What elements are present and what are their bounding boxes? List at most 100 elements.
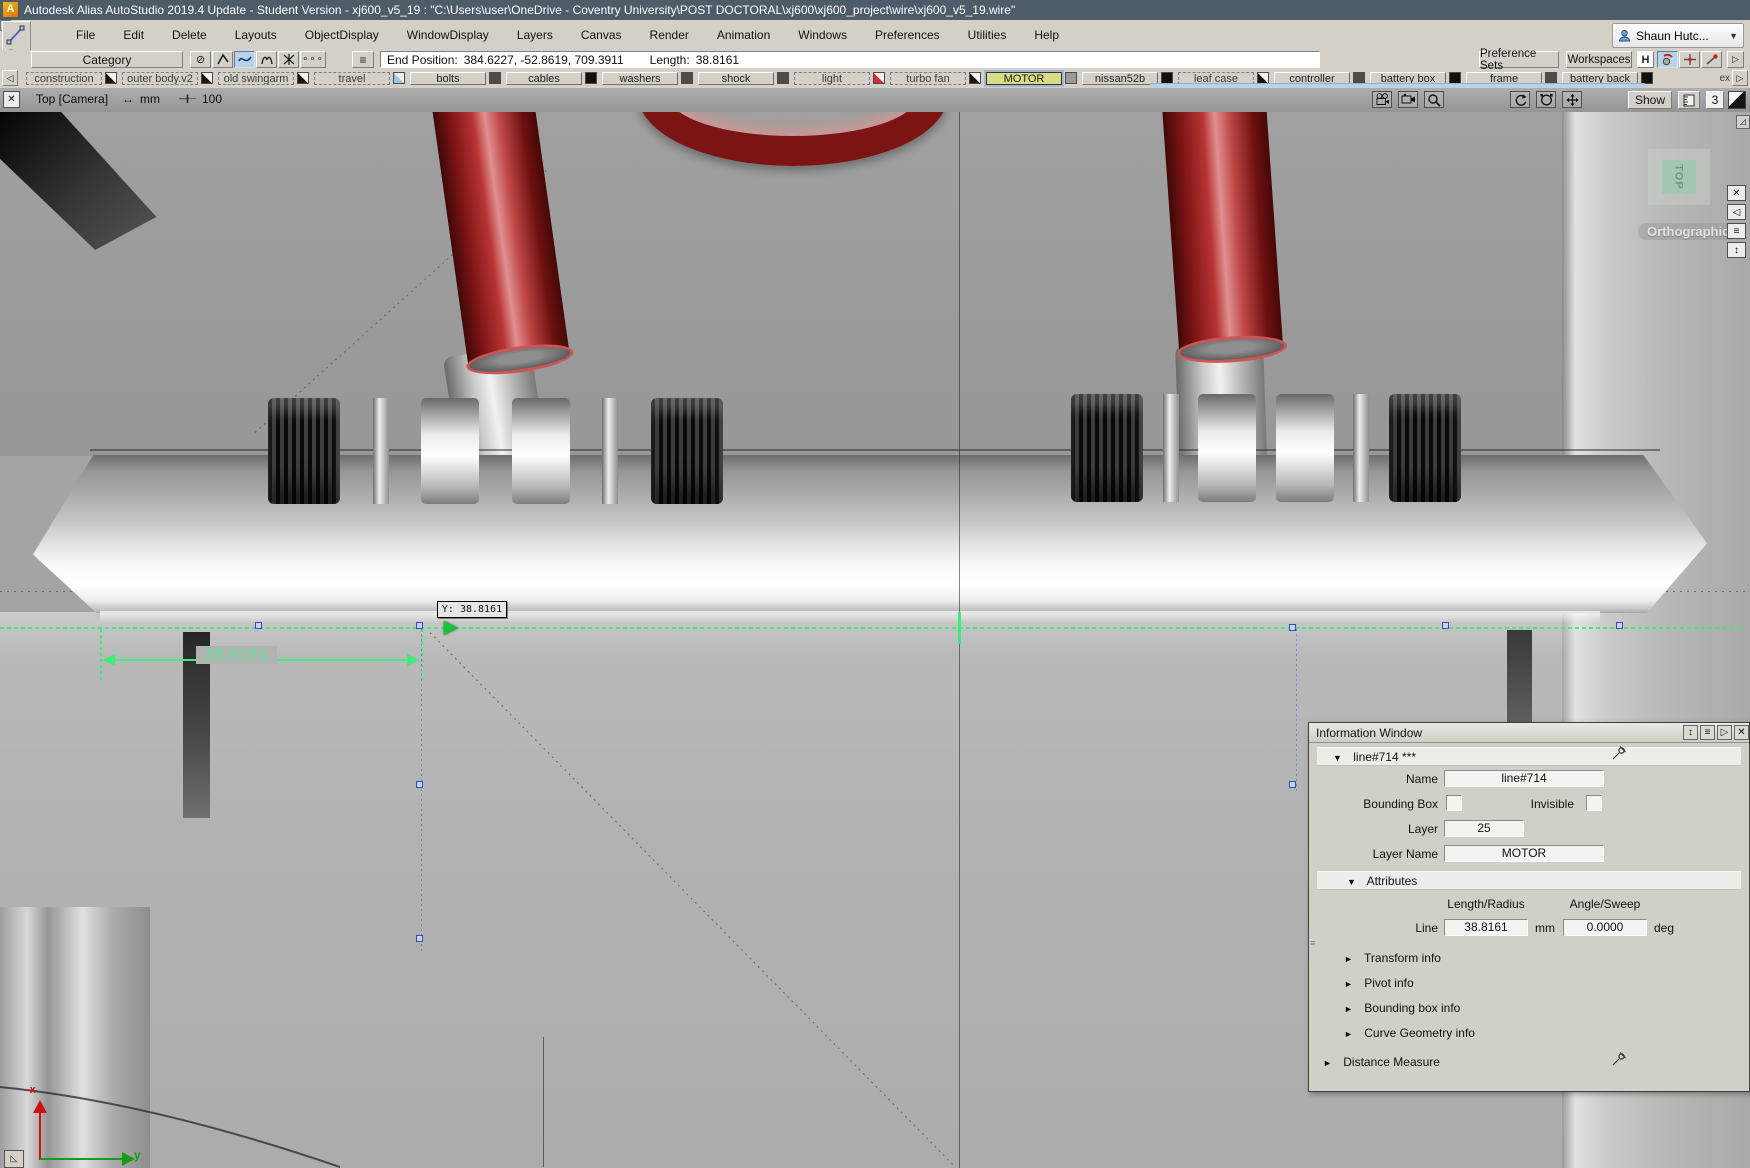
shade-toggle-icon[interactable] xyxy=(1728,91,1746,109)
layer-tab-outer-body-v2[interactable]: outer body.v2 xyxy=(122,72,198,85)
ruler-toggle-icon[interactable] xyxy=(1678,91,1700,109)
expand-triangle-icon[interactable]: ► xyxy=(1344,954,1353,964)
window-close-icon[interactable]: ✕ xyxy=(1734,725,1749,740)
look-through-camera-icon[interactable] xyxy=(1398,91,1418,108)
panel-resize-icon[interactable]: ↕ xyxy=(1727,242,1746,258)
viewport-corner-resize-icon[interactable]: ◺ xyxy=(4,1150,24,1168)
menu-edit[interactable]: Edit xyxy=(109,28,158,42)
bounding-box-checkbox[interactable] xyxy=(1446,795,1462,811)
view-cube-top-face[interactable]: TOP xyxy=(1662,160,1696,194)
invisible-checkbox[interactable] xyxy=(1586,795,1602,811)
information-window-titlebar[interactable]: Information Window ↕ ≡ ▷ ✕ xyxy=(1309,723,1749,743)
panel-collapse-icon[interactable]: ◁ xyxy=(1727,204,1746,220)
menu-file[interactable]: File xyxy=(62,28,109,42)
layer-scroll-left-icon[interactable]: ◁ xyxy=(2,70,18,86)
layer-swatch-turbo-fan[interactable] xyxy=(969,72,981,84)
layer-name-field[interactable]: MOTOR xyxy=(1444,845,1604,862)
layer-swatch-light[interactable] xyxy=(873,72,885,84)
section-distance-measure[interactable]: ► Distance Measure xyxy=(1323,1055,1440,1069)
cv-handle[interactable] xyxy=(1616,622,1623,629)
expand-triangle-icon[interactable]: ► xyxy=(1344,1029,1353,1039)
collapse-triangle-icon[interactable]: ▼ xyxy=(1333,753,1342,763)
window-menu-icon[interactable]: ≡ xyxy=(1700,725,1715,740)
menu-objectdisplay[interactable]: ObjectDisplay xyxy=(291,28,393,42)
layer-swatch-bolts[interactable] xyxy=(489,72,501,84)
snap-point-icon[interactable] xyxy=(278,51,299,68)
layer-swatch-motor[interactable] xyxy=(1065,72,1077,84)
viewport-view-label[interactable]: Top [Camera] xyxy=(36,92,108,106)
menu-canvas[interactable]: Canvas xyxy=(567,28,636,42)
menu-render[interactable]: Render xyxy=(636,28,703,42)
layer-tab-nissan52b[interactable]: nissan52b xyxy=(1082,72,1158,85)
cv-handle[interactable] xyxy=(1289,781,1296,788)
expand-triangle-icon[interactable]: ► xyxy=(1344,979,1353,989)
menu-animation[interactable]: Animation xyxy=(703,28,784,42)
panel-menu-icon[interactable]: ≡ xyxy=(1727,223,1746,239)
layer-tab-shock[interactable]: shock xyxy=(698,72,774,85)
layer-swatch-outer-body-v2[interactable] xyxy=(201,72,213,84)
section-bounding-box-info[interactable]: ► Bounding box info xyxy=(1344,1001,1460,1015)
axle-bracket-right[interactable] xyxy=(1071,394,1461,502)
section-transform-info[interactable]: ► Transform info xyxy=(1344,951,1441,965)
cv-handle[interactable] xyxy=(416,622,423,629)
menu-layers[interactable]: Layers xyxy=(503,28,567,42)
viewport-close-icon[interactable]: ✕ xyxy=(3,91,20,108)
menu-windowdisplay[interactable]: WindowDisplay xyxy=(393,28,503,42)
layer-swatch-travel[interactable] xyxy=(393,72,405,84)
window-resize-icon[interactable]: ↕ xyxy=(1683,725,1698,740)
workspaces-button[interactable]: Workspaces xyxy=(1566,51,1632,68)
history-toggle-icon[interactable]: H xyxy=(1637,51,1654,68)
user-account-button[interactable]: Shaun Hutc... ▼ xyxy=(1612,23,1744,48)
expand-triangle-icon[interactable]: ► xyxy=(1344,1004,1353,1014)
layer-tab-light[interactable]: light xyxy=(794,72,870,85)
zoom-lens-icon[interactable] xyxy=(1424,91,1444,108)
layer-tab-construction[interactable]: construction xyxy=(26,72,102,85)
red-tube-right[interactable] xyxy=(1162,112,1283,357)
name-field[interactable]: line#714 xyxy=(1444,770,1604,787)
pin-icon[interactable] xyxy=(1611,745,1627,761)
menu-preferences[interactable]: Preferences xyxy=(861,28,954,42)
layer-tab-washers[interactable]: washers xyxy=(602,72,678,85)
view-cube[interactable]: TOP xyxy=(1648,149,1710,205)
section-curve-geometry-info[interactable]: ► Curve Geometry info xyxy=(1344,1026,1475,1040)
show-menu-button[interactable]: Show xyxy=(1628,91,1672,109)
panel-close-icon[interactable]: ✕ xyxy=(1727,185,1746,201)
layer-scroll-right-icon[interactable]: ▷ xyxy=(1732,70,1748,86)
camera-view-icon[interactable] xyxy=(1372,91,1392,108)
layer-swatch-construction[interactable] xyxy=(105,72,117,84)
cv-handle[interactable] xyxy=(416,935,423,942)
layer-tab-turbo-fan[interactable]: turbo fan xyxy=(890,72,966,85)
grid-snap-tool-icon[interactable] xyxy=(1679,51,1700,68)
polyline-mode-icon[interactable] xyxy=(212,51,233,68)
cv-handle[interactable] xyxy=(1442,622,1449,629)
layer-tab-cables[interactable]: cables xyxy=(506,72,582,85)
expand-triangle-icon[interactable]: ► xyxy=(1323,1058,1332,1068)
category-dropdown[interactable]: Category xyxy=(31,51,183,68)
cv-display-icon[interactable]: ∘∘∘ xyxy=(300,51,326,68)
menu-help[interactable]: Help xyxy=(1020,28,1073,42)
layer-field[interactable]: 25 xyxy=(1444,820,1524,837)
menu-windows[interactable]: Windows xyxy=(784,28,861,42)
layer-swatch-shock[interactable] xyxy=(777,72,789,84)
pane-number-box[interactable]: 3 xyxy=(1706,91,1724,109)
shelf-expand-arrow-icon[interactable]: ▷ xyxy=(1727,51,1744,68)
collapse-triangle-icon[interactable]: ▼ xyxy=(1347,877,1356,887)
menu-delete[interactable]: Delete xyxy=(158,28,221,42)
window-edge-grip[interactable]: ≡ xyxy=(1310,941,1315,957)
spline-mode-icon[interactable] xyxy=(234,51,255,68)
attributes-section-header[interactable]: ▼ Attributes xyxy=(1317,871,1741,890)
cv-handle[interactable] xyxy=(255,622,262,629)
menu-layouts[interactable]: Layouts xyxy=(221,28,291,42)
pan-view-icon[interactable] xyxy=(1562,91,1582,108)
cv-handle[interactable] xyxy=(1289,624,1296,631)
length-field[interactable]: 38.8161 xyxy=(1444,919,1528,936)
section-pivot-info[interactable]: ► Pivot info xyxy=(1344,976,1414,990)
menu-utilities[interactable]: Utilities xyxy=(954,28,1021,42)
window-expand-icon[interactable]: ▷ xyxy=(1717,725,1732,740)
angle-field[interactable]: 0.0000 xyxy=(1563,919,1647,936)
cv-handle[interactable] xyxy=(416,781,423,788)
layer-swatch-cables[interactable] xyxy=(585,72,597,84)
layer-swatch-washers[interactable] xyxy=(681,72,693,84)
construction-history-icon[interactable] xyxy=(1657,51,1678,68)
layer-tab-bolts[interactable]: bolts xyxy=(410,72,486,85)
